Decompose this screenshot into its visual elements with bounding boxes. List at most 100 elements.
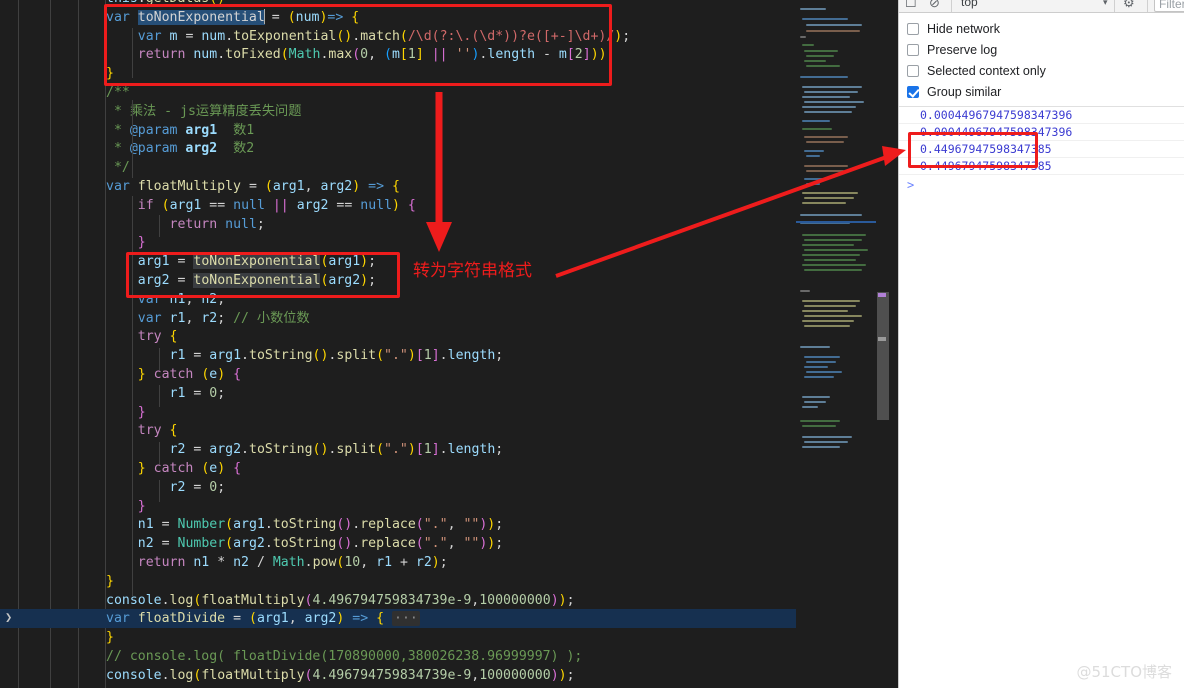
console-setting-label: Group similar [927, 84, 1002, 99]
code-line: } catch (e) { [137, 460, 242, 476]
console-setting-label: Selected context only [927, 63, 1046, 78]
console-message[interactable]: 0.00044967947598347396 [899, 124, 1184, 141]
code-line: // console.log( floatDivide(170890000,38… [106, 648, 583, 664]
indent-guide [132, 28, 133, 78]
code-line: n1 = Number(arg1.toString().replace(".",… [137, 517, 504, 533]
code-line: } [137, 498, 146, 514]
filter-settings-icon[interactable]: ⚙ [1123, 0, 1135, 9]
code-line: r1 = arg1.toString().split(".")[1].lengt… [169, 348, 504, 364]
minimap-line [804, 165, 848, 167]
indent-guide [159, 480, 160, 502]
clear-console-icon[interactable]: ⊘ [929, 0, 940, 9]
code-line: * @param arg1 数1 [106, 122, 255, 138]
editor-gutter[interactable]: ❯ [0, 0, 22, 688]
code-line: var toNonExponential = (num)=> { [106, 8, 360, 25]
console-prompt[interactable]: > [899, 175, 1184, 195]
console-output-list[interactable]: 0.00044967947598347396 0.0004496794759834… [899, 106, 1184, 175]
code-line: } [106, 573, 114, 589]
minimap-line [802, 18, 848, 20]
code-line: return num.toFixed(Math.max(0, (m[1] || … [137, 47, 615, 63]
checkbox-icon[interactable] [907, 43, 919, 56]
minimap-line [804, 197, 854, 199]
code-line: r2 = 0; [169, 479, 226, 495]
code-line: n2 = Number(arg2.toString().replace(".",… [137, 536, 504, 552]
indent-guide [132, 196, 133, 596]
minimap-line [802, 106, 856, 108]
minimap-line [802, 86, 862, 88]
chevron-right-icon[interactable]: ❯ [5, 611, 12, 623]
checkbox-icon[interactable] [907, 64, 919, 77]
indent-guide [132, 100, 133, 178]
minimap-line [806, 55, 834, 57]
console-setting-hide-network[interactable]: Hide network [899, 18, 1184, 39]
minimap-current-line [796, 221, 876, 223]
minimap-line [806, 65, 840, 67]
minimap-line [802, 264, 866, 266]
devtools-toolbar[interactable]: ☐ ⊘ top ▾ ⚙ Filter [899, 0, 1184, 13]
editor-rule [78, 0, 79, 688]
code-line: arg1 = toNonExponential(arg1); [137, 254, 377, 270]
screenshot-root: ❯ this.getDatas()var toNonExponential = … [0, 0, 1184, 688]
execution-context-selector[interactable]: top [961, 0, 978, 9]
indent-guide [159, 215, 160, 237]
code-line: var r1, r2; // 小数位数 [137, 310, 310, 326]
checkbox-icon[interactable] [907, 22, 919, 35]
code-editor[interactable]: ❯ this.getDatas()var toNonExponential = … [0, 0, 898, 688]
devtools-console-panel[interactable]: ☐ ⊘ top ▾ ⚙ Filter Hide network Preserve … [898, 0, 1184, 688]
code-line: r2 = arg2.toString().split(".")[1].lengt… [169, 442, 504, 458]
minimap-line [802, 446, 840, 448]
code-line: return n1 * n2 / Math.pow(10, r1 + r2); [137, 554, 448, 570]
console-setting-group-similar[interactable]: Group similar [899, 81, 1184, 102]
console-message[interactable]: 0.44967947598347385 [899, 141, 1184, 158]
console-message[interactable]: 0.00044967947598347396 [899, 107, 1184, 124]
minimap-line [800, 36, 806, 38]
minimap-line [802, 436, 852, 438]
editor-rule [50, 0, 51, 688]
minimap-line [804, 136, 848, 138]
toolbar-divider [1147, 0, 1148, 12]
code-text[interactable]: this.getDatas()var toNonExponential = (n… [106, 0, 630, 685]
minimap-line [800, 346, 830, 348]
minimap[interactable] [796, 0, 876, 688]
checkbox-icon[interactable] [907, 85, 919, 98]
watermark: @51CTO博客 [1076, 663, 1172, 681]
console-setting-label: Hide network [927, 21, 1000, 36]
code-line: * @param arg2 数2 [106, 141, 255, 157]
minimap-line [802, 192, 858, 194]
chevron-down-icon[interactable]: ▾ [1103, 0, 1108, 8]
minimap-line [806, 371, 842, 373]
minimap-line [802, 44, 814, 46]
code-line: try { [137, 423, 178, 439]
indent-guide [159, 385, 160, 407]
code-line: } [137, 235, 146, 251]
minimap-line [804, 366, 828, 368]
minimap-line [800, 420, 840, 422]
editor-scrollbar-thumb[interactable] [877, 292, 889, 420]
code-line: } [137, 404, 146, 420]
code-line-active[interactable]: var floatDivide = (arg1, arg2) => { ··· [106, 610, 630, 629]
device-toolbar-icon[interactable]: ☐ [905, 0, 917, 9]
minimap-line [802, 425, 836, 427]
toolbar-divider [1114, 0, 1115, 12]
minimap-line [802, 396, 830, 398]
console-setting-selected-context-only[interactable]: Selected context only [899, 60, 1184, 81]
code-line: var floatMultiply = (arg1, arg2) => { [106, 178, 400, 194]
console-message[interactable]: 0.44967947598347385 [899, 158, 1184, 175]
annotation-callout-text: 转为字符串格式 [413, 261, 532, 281]
code-fold-marker[interactable]: ··· [392, 611, 420, 627]
minimap-line [804, 60, 826, 62]
code-line: */ [106, 160, 130, 176]
console-settings-list[interactable]: Hide network Preserve log Selected context… [899, 13, 1184, 106]
console-setting-label: Preserve log [927, 42, 998, 57]
code-line: console.log(floatMultiply(4.496794759834… [106, 667, 575, 683]
minimap-line [806, 141, 844, 143]
minimap-line [802, 310, 848, 312]
minimap-line [806, 24, 862, 26]
minimap-line [806, 30, 860, 32]
minimap-line [804, 305, 856, 307]
code-line: if (arg1 == null || arg2 == null) { [137, 197, 416, 213]
minimap-line [804, 101, 864, 103]
minimap-line [800, 8, 826, 10]
minimap-line [802, 244, 854, 246]
console-setting-preserve-log[interactable]: Preserve log [899, 39, 1184, 60]
